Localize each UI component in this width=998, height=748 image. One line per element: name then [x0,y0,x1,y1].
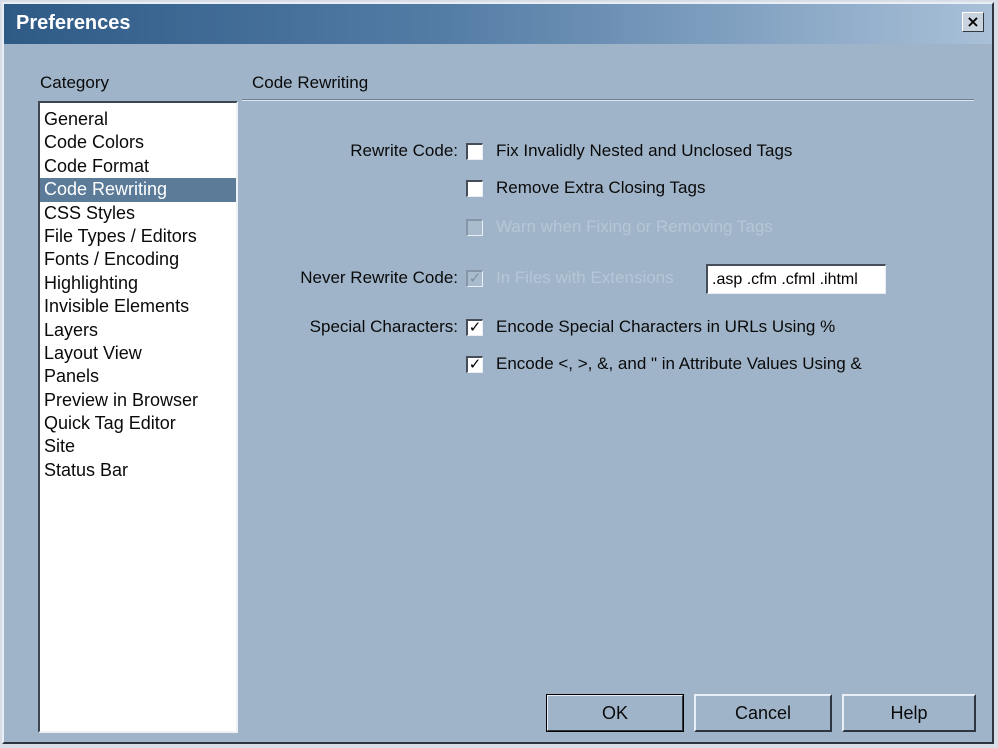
category-item-code-colors[interactable]: Code Colors [40,131,236,154]
category-item-fonts-encoding[interactable]: Fonts / Encoding [40,248,236,271]
category-item-quick-tag-editor[interactable]: Quick Tag Editor [40,412,236,435]
close-icon[interactable]: × [962,12,984,32]
remove-closing-checkbox[interactable] [466,180,483,197]
category-item-status-bar[interactable]: Status Bar [40,459,236,482]
section-title: Code Rewriting [252,73,369,92]
category-item-layers[interactable]: Layers [40,319,236,342]
category-item-site[interactable]: Site [40,435,236,458]
title-bar[interactable]: Preferences × [4,4,992,44]
category-item-panels[interactable]: Panels [40,365,236,388]
special-characters-label: Special Characters: [309,317,458,336]
category-item-css-styles[interactable]: CSS Styles [40,202,236,225]
category-item-preview-in-browser[interactable]: Preview in Browser [40,389,236,412]
in-files-checkbox: ✓ [466,270,483,287]
remove-closing-label: Remove Extra Closing Tags [496,178,706,197]
warn-fixing-checkbox [466,219,483,236]
fix-nested-checkbox[interactable] [466,143,483,160]
category-label: Category [40,73,109,92]
encode-urls-checkbox[interactable]: ✓ [466,319,483,336]
preferences-dialog: Preferences × Category Code Rewriting Ge… [2,2,994,744]
encode-attrs-checkbox[interactable]: ✓ [466,356,483,373]
help-button[interactable]: Help [842,694,976,732]
category-item-layout-view[interactable]: Layout View [40,342,236,365]
category-item-code-rewriting[interactable]: Code Rewriting [40,178,236,202]
category-item-invisible-elements[interactable]: Invisible Elements [40,295,236,318]
window-title: Preferences [16,12,131,34]
category-item-general[interactable]: General [40,108,236,131]
fix-nested-label: Fix Invalidly Nested and Unclosed Tags [496,141,793,160]
category-item-highlighting[interactable]: Highlighting [40,272,236,295]
encode-attrs-label: Encode <, >, &, and " in Attribute Value… [496,354,862,373]
in-files-label: In Files with Extensions [496,268,674,287]
never-rewrite-label: Never Rewrite Code: [300,268,458,287]
ok-button[interactable]: OK [546,694,684,732]
category-item-code-format[interactable]: Code Format [40,155,236,178]
category-item-file-types-editors[interactable]: File Types / Editors [40,225,236,248]
encode-urls-label: Encode Special Characters in URLs Using … [496,317,836,336]
category-list[interactable]: General Code Colors Code Format Code Rew… [38,101,238,733]
cancel-button[interactable]: Cancel [694,694,832,732]
rewrite-code-label: Rewrite Code: [350,141,458,160]
section-divider [242,99,974,101]
warn-fixing-label: Warn when Fixing or Removing Tags [496,217,773,236]
extensions-input[interactable] [706,264,886,294]
